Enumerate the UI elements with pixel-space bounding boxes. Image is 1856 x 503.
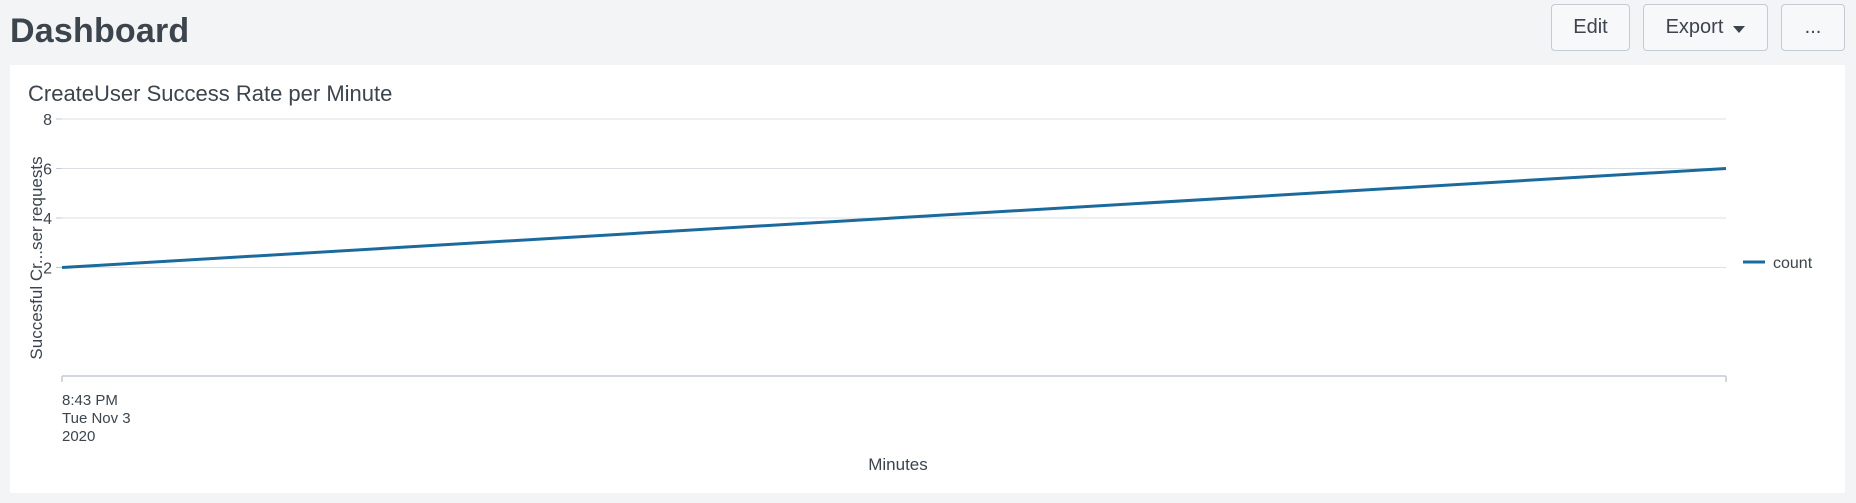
more-actions-button[interactable]: ... <box>1781 4 1845 51</box>
x-axis: 8:43 PMTue Nov 32020 <box>61 375 1727 445</box>
y-axis-label: Succesful Cr...ser requests <box>27 156 46 359</box>
line-chart: 2468 8:43 PMTue Nov 32020 count Succesfu… <box>27 112 1813 474</box>
edit-button[interactable]: Edit <box>1551 4 1630 51</box>
caret-down-icon <box>1733 25 1746 33</box>
chart-panel: CreateUser Success Rate per Minute 2468 … <box>10 65 1845 493</box>
page-title: Dashboard <box>10 12 190 50</box>
export-button-label: Export <box>1665 16 1724 38</box>
export-button[interactable]: Export <box>1643 4 1768 51</box>
x-tick-label: Tue Nov 3 <box>62 410 131 427</box>
x-tick-label: 8:43 PM <box>62 392 118 409</box>
x-axis-label: Minutes <box>868 455 928 474</box>
legend-label[interactable]: count <box>1773 255 1813 272</box>
chart-legend: count <box>1743 255 1813 272</box>
x-tick-label: 2020 <box>62 428 95 445</box>
top-bar: Dashboard Edit Export ... <box>0 0 1856 60</box>
chart-grid <box>62 118 1726 268</box>
y-tick-label: 8 <box>43 112 52 129</box>
